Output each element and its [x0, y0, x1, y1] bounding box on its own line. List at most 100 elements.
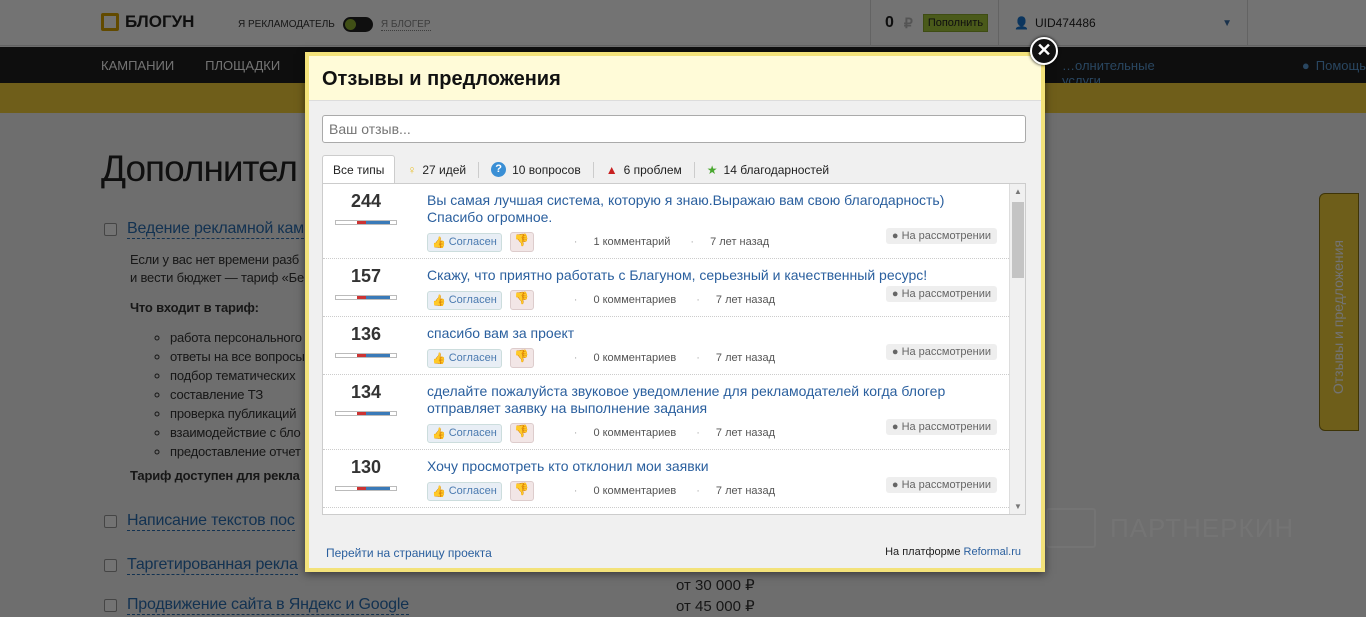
- page-title: Дополнител: [101, 148, 298, 189]
- vote-score: 130: [350, 457, 382, 477]
- agree-button[interactable]: 👍 Согласен: [427, 423, 502, 443]
- disagree-button[interactable]: 👎: [509, 232, 534, 252]
- feedback-title-link[interactable]: сделайте пожалуйста звуковое уведомление…: [427, 383, 969, 417]
- timestamp: 7 лет назад: [715, 485, 776, 497]
- agree-button[interactable]: 👍 Согласен: [427, 290, 502, 310]
- comments-link[interactable]: 1 комментарий: [593, 236, 670, 248]
- availability-note: Тариф доступен для рекла: [130, 468, 300, 483]
- role-switch: Я РЕКЛАМОДАТЕЛЬ Я БЛОГЕР: [238, 17, 431, 32]
- disagree-button[interactable]: 👎: [509, 348, 534, 368]
- agree-button[interactable]: 👍 Согласен: [427, 481, 502, 501]
- list-item: предоставление отчет: [170, 442, 305, 461]
- platform-label: На платформе: [885, 546, 961, 558]
- tab-label: 27 идей: [422, 162, 467, 177]
- checkbox[interactable]: [104, 599, 117, 612]
- tab-problems[interactable]: ▲ 6 проблем: [594, 161, 695, 178]
- service-desc: и вести бюджет — тариф «Бе: [130, 270, 304, 285]
- status-badge: ● На рассмотрении: [885, 344, 997, 360]
- disagree-button[interactable]: 👎: [509, 481, 534, 501]
- comments-link[interactable]: 0 комментариев: [593, 485, 676, 497]
- type-tabs: Все типы ♀ 27 идей ? 10 вопросов ▲ 6 пробле…: [322, 155, 841, 184]
- service-desc: Если у вас нет времени разб: [130, 252, 300, 267]
- tab-label: 10 вопросов: [512, 162, 581, 177]
- close-modal-button[interactable]: ✕: [1030, 37, 1058, 65]
- feedback-modal: Отзывы и предложения Все типы ♀ 27 идей ?…: [305, 52, 1045, 572]
- chevron-down-icon[interactable]: ▼: [1222, 18, 1232, 29]
- status-label: На рассмотрении: [901, 421, 991, 433]
- includes-heading: Что входит в тариф:: [130, 300, 259, 315]
- nav-sites[interactable]: ПЛОЩАДКИ: [205, 58, 280, 73]
- topup-button[interactable]: Пополнить: [922, 14, 989, 32]
- warning-icon: ▲: [605, 162, 618, 177]
- feedback-item: 244 Вы самая лучшая система, которую я з…: [323, 184, 1009, 259]
- comments-link[interactable]: 0 комментариев: [593, 427, 676, 439]
- comments-link[interactable]: 0 комментариев: [593, 294, 676, 306]
- thumbs-up-icon: 👍: [432, 427, 446, 440]
- status-badge: ● На рассмотрении: [885, 477, 997, 493]
- tab-ideas[interactable]: ♀ 27 идей: [395, 161, 480, 178]
- list-item: составление ТЗ: [170, 385, 305, 404]
- comments-link[interactable]: 0 комментариев: [593, 352, 676, 364]
- logo[interactable]: БЛОГУН: [101, 12, 194, 32]
- checkbox[interactable]: [104, 223, 117, 236]
- tab-questions[interactable]: ? 10 вопросов: [479, 161, 594, 178]
- lightbulb-icon: ♀: [407, 162, 417, 177]
- service-link[interactable]: Ведение рекламной кам: [127, 220, 304, 239]
- feedback-title-link[interactable]: Вы самая лучшая система, которую я знаю.…: [427, 192, 969, 226]
- project-page-link[interactable]: Перейти на страницу проекта: [326, 546, 492, 560]
- side-tab-label: Отзывы и предложения: [1330, 239, 1346, 394]
- status-badge: ● На рассмотрении: [885, 228, 997, 244]
- agree-label: Согласен: [448, 294, 497, 306]
- feedback-title-link[interactable]: спасибо вам за проект: [427, 325, 969, 342]
- service-item[interactable]: Написание текстов пос: [104, 512, 295, 531]
- vote-bar: [335, 220, 397, 225]
- nav-campaigns[interactable]: КАМПАНИИ: [101, 58, 174, 73]
- service-link[interactable]: Написание текстов пос: [127, 512, 295, 531]
- scrollbar-thumb[interactable]: [1012, 202, 1024, 278]
- disagree-button[interactable]: 👎: [509, 423, 534, 443]
- scroll-up-icon[interactable]: ▲: [1014, 187, 1022, 196]
- agree-button[interactable]: 👍 Согласен: [427, 348, 502, 368]
- star-icon: ★: [706, 162, 718, 177]
- agree-label: Согласен: [448, 236, 497, 248]
- list-item: подбор тематических: [170, 366, 305, 385]
- list-item: ответы на все вопросы: [170, 347, 305, 366]
- agree-button[interactable]: 👍 Согласен: [427, 232, 502, 252]
- service-link[interactable]: Продвижение сайта в Яндекс и Google: [127, 596, 409, 615]
- tab-thanks[interactable]: ★ 14 благодарностей: [695, 162, 841, 178]
- role-blogger[interactable]: Я БЛОГЕР: [380, 19, 431, 31]
- role-toggle[interactable]: [342, 17, 373, 32]
- checkbox[interactable]: [104, 559, 117, 572]
- price: от 30 000 ₽: [676, 577, 755, 594]
- list-item: работа персонального: [170, 328, 305, 347]
- watermark-logo-icon: [1046, 508, 1096, 548]
- feedback-title-link[interactable]: Скажу, что приятно работать с Благуном, …: [427, 267, 969, 284]
- reformal-link[interactable]: Reformal.ru: [964, 546, 1021, 558]
- feedback-input[interactable]: [322, 115, 1026, 143]
- scroll-down-icon[interactable]: ▼: [1014, 502, 1022, 511]
- service-link[interactable]: Таргетированная рекла: [127, 556, 298, 575]
- service-item[interactable]: Продвижение сайта в Яндекс и Google: [104, 596, 409, 615]
- includes-list: работа персонального ответы на все вопро…: [170, 328, 305, 461]
- logo-text: БЛОГУН: [125, 12, 195, 31]
- service-item[interactable]: Ведение рекламной кам: [104, 220, 304, 239]
- timestamp: 7 лет назад: [715, 352, 776, 364]
- checkbox[interactable]: [104, 515, 117, 528]
- scrollbar[interactable]: ▲ ▼: [1009, 184, 1025, 514]
- agree-label: Согласен: [448, 485, 497, 497]
- role-advertiser[interactable]: Я РЕКЛАМОДАТЕЛЬ: [238, 19, 335, 30]
- thumbs-down-icon: 👎: [514, 233, 530, 247]
- thumbs-up-icon: 👍: [432, 352, 446, 365]
- tab-all[interactable]: Все типы: [322, 155, 396, 184]
- feedback-item: 134 сделайте пожалуйста звуковое уведомл…: [323, 375, 1009, 450]
- service-item[interactable]: Таргетированная рекла: [104, 556, 298, 575]
- list-item: взаимодействие с бло: [170, 423, 305, 442]
- timestamp: 7 лет назад: [710, 236, 770, 248]
- balance: 0 ₽ Пополнить: [870, 0, 1002, 46]
- feedback-side-tab[interactable]: Отзывы и предложения: [1319, 193, 1359, 431]
- watermark-text: ПАРТНЕРКИН: [1110, 512, 1295, 543]
- disagree-button[interactable]: 👎: [509, 290, 534, 310]
- modal-title: Отзывы и предложения: [309, 56, 1041, 101]
- feedback-title-link[interactable]: Хочу просмотреть кто отклонил мои заявки: [427, 458, 969, 475]
- thumbs-up-icon: 👍: [432, 294, 446, 307]
